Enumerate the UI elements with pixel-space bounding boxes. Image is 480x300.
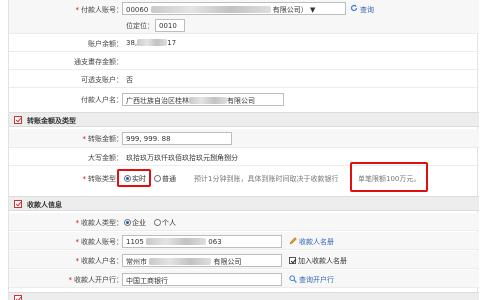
- transfer-form: * 付款人账号： 00060 有限公司） ▼ 查询 位定位： 0010 账户余额：…: [8, 0, 479, 300]
- checkbox-icon: [14, 116, 22, 124]
- payer-name-field: 广西壮族自治区桂林 有限公司: [122, 93, 284, 106]
- balance-row: 账户余额： 38, 17: [9, 35, 479, 52]
- payee-account-input[interactable]: 1105 063: [122, 235, 282, 248]
- payee-type-personal-option[interactable]: 个人: [154, 218, 176, 228]
- fixed-deposit-row: 通支畫存金额：: [9, 53, 479, 70]
- find-bank-link[interactable]: 查询开户行: [299, 275, 334, 285]
- payer-account-row: * 付款人账号： 00060 有限公司） ▼ 查询: [9, 0, 479, 17]
- payer-account-label: * 付款人账号：: [75, 6, 124, 14]
- payee-name-label: * 收款人户名：: [75, 257, 124, 265]
- payee-list-link[interactable]: 收款人名册: [299, 237, 334, 247]
- realtime-highlight-box: [117, 169, 151, 187]
- payee-type-company-option[interactable]: 企业: [124, 218, 146, 228]
- payee-type-label: * 收款人类型：: [75, 219, 124, 227]
- transfer-amount-input[interactable]: 999, 999. 88: [122, 132, 232, 145]
- section-payee-title: 收款人信息: [27, 201, 62, 209]
- add-to-payee-list-checkbox[interactable]: 加入收款人名册: [289, 256, 347, 266]
- chevron-down-icon: ▼: [309, 6, 316, 14]
- overdraft-label: 可透支账户：: [81, 76, 123, 84]
- search-icon: [289, 275, 298, 284]
- payer-name-row: 付款人户名： 广西壮族自治区桂林 有限公司: [9, 89, 479, 109]
- payer-name-label: 付款人户名：: [81, 96, 123, 104]
- pencil-icon: [289, 237, 298, 246]
- balance-label: 账户余额：: [88, 40, 123, 48]
- limit-highlight-box: [350, 162, 428, 192]
- transfer-type-normal-option[interactable]: 普通: [154, 174, 176, 184]
- payer-account-select[interactable]: 00060 有限公司） ▼: [122, 2, 346, 15]
- section-payee-info: 收款人信息: [9, 196, 479, 211]
- checkbox-icon: [14, 295, 22, 300]
- overdraft-row: 可透支账户： 否: [9, 71, 479, 88]
- transfer-type-hint: 预计1分钟到账，具体到账时间取决于收款银行: [194, 175, 339, 183]
- section-next-partial: [9, 292, 479, 300]
- transfer-amount-label: * 转账金额：: [82, 135, 124, 143]
- checkbox-checked-icon: [289, 257, 296, 264]
- payee-account-row: * 收款人账号： 1105 063 收款人名册: [9, 232, 479, 250]
- uppercase-amount-label: 大写金额：: [88, 154, 123, 162]
- checkbox-icon: [14, 200, 22, 208]
- payee-bank-label: * 收款人开户行：: [68, 276, 124, 284]
- overdraft-value: 否: [126, 76, 133, 84]
- section-transfer-title: 转账金额及类型: [27, 117, 76, 125]
- radio-icon: [154, 175, 161, 182]
- transfer-amount-row: * 转账金额： 999, 999. 88: [9, 129, 479, 148]
- payer-account-link[interactable]: 查询: [360, 5, 374, 15]
- position-input[interactable]: 0010: [155, 19, 185, 32]
- fixed-deposit-label: 通支畫存金额：: [74, 58, 123, 66]
- balance-value: 38, 17: [126, 39, 177, 47]
- position-label: 位定位：: [126, 22, 154, 30]
- radio-icon: [154, 219, 161, 226]
- position-row: 位定位： 0010: [9, 17, 479, 34]
- uppercase-amount-value: 玖拾玖万玖仟玖佰玖拾玖元捌角捌分: [126, 154, 238, 162]
- payee-name-row: * 收款人户名： 常州市 有限公司 加入收款人名册: [9, 251, 479, 269]
- radio-selected-icon: [124, 219, 131, 226]
- payee-bank-row: * 收款人开户行： 中国工商银行 查询开户行: [9, 270, 479, 288]
- refresh-icon[interactable]: [350, 4, 359, 13]
- payee-bank-input[interactable]: 中国工商银行: [122, 273, 282, 286]
- payee-type-row: * 收款人类型： 企业 个人: [9, 213, 479, 231]
- payee-account-label: * 收款人账号：: [75, 238, 124, 246]
- payee-name-input[interactable]: 常州市 有限公司: [122, 254, 282, 267]
- section-transfer-amount: 转账金额及类型: [9, 112, 479, 127]
